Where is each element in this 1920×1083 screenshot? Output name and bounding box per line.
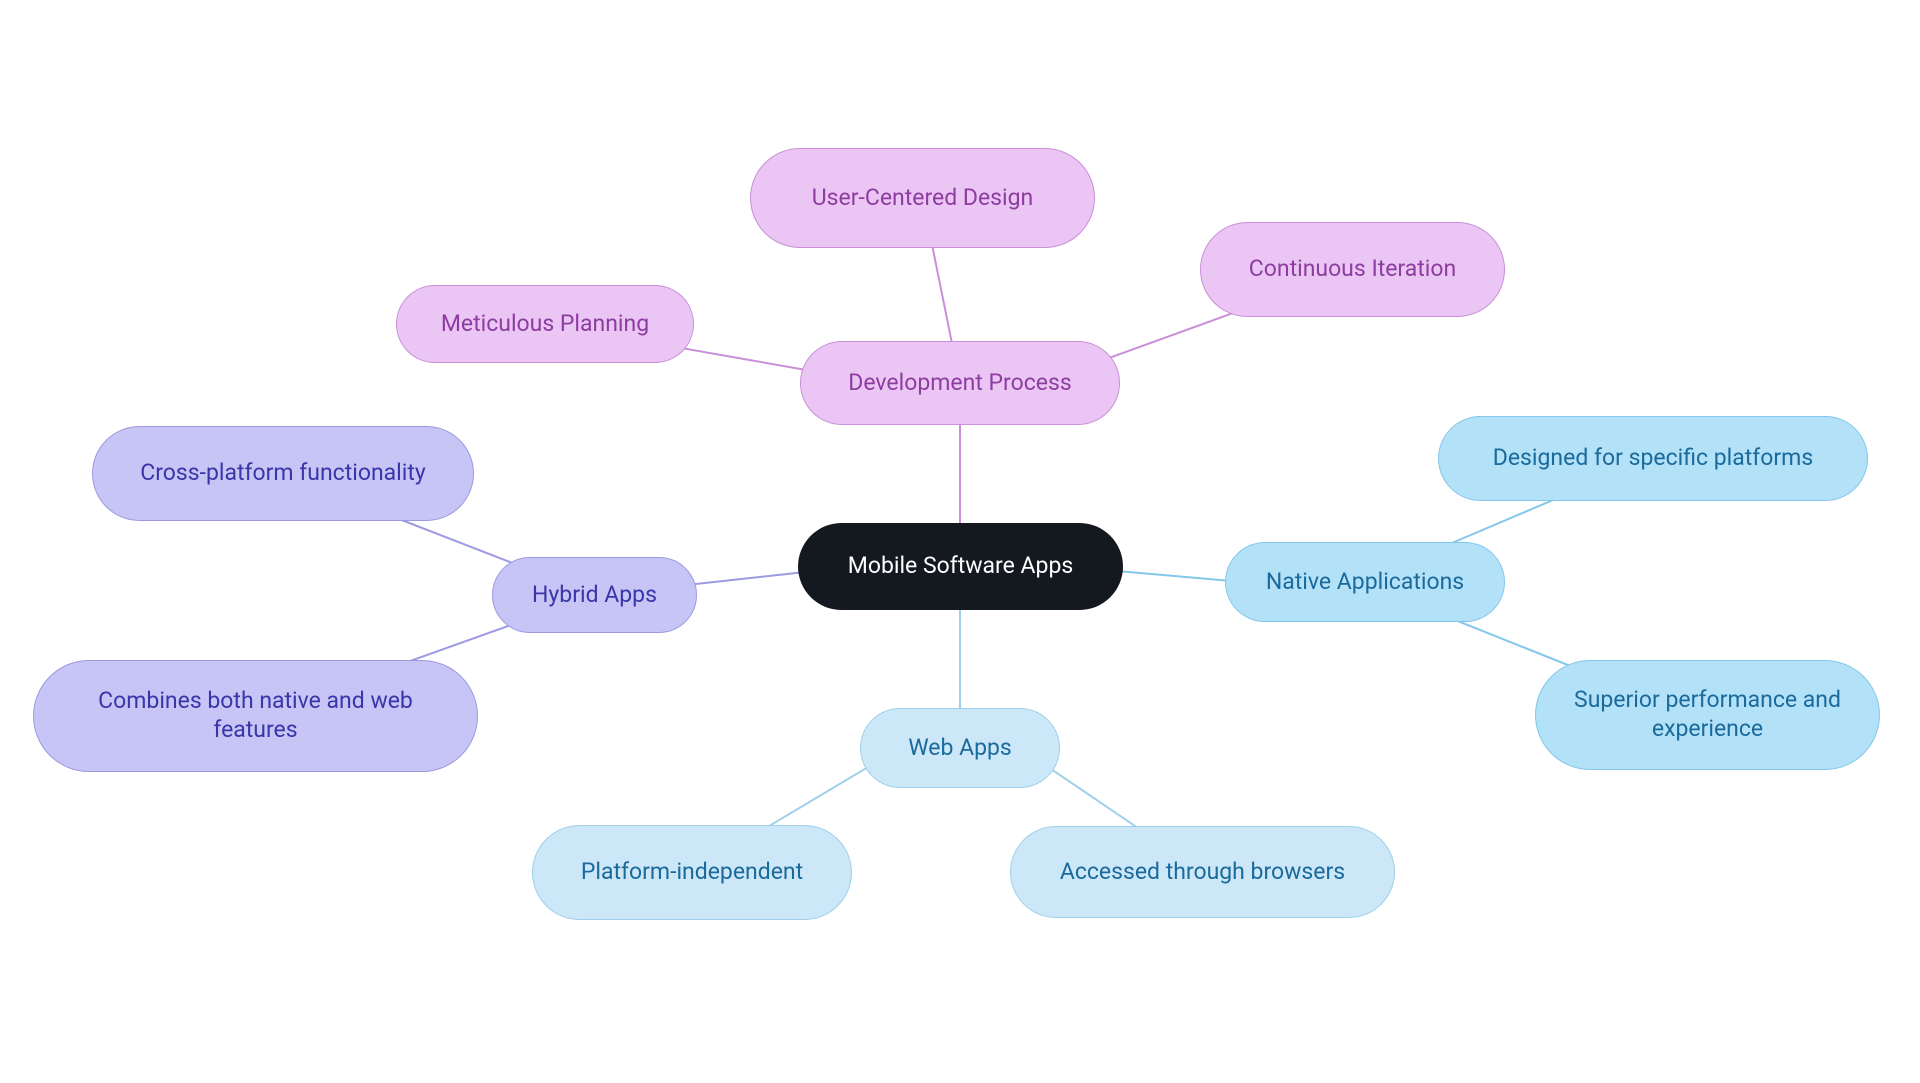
node-combines-native-web[interactable]: Combines both native and web features xyxy=(33,660,478,772)
node-platform-independent[interactable]: Platform-independent xyxy=(532,825,852,920)
node-label: Web Apps xyxy=(908,734,1012,763)
node-continuous-iteration[interactable]: Continuous Iteration xyxy=(1200,222,1505,317)
mindmap-canvas: Mobile Software Apps Development Process… xyxy=(0,0,1920,1083)
node-label: Combines both native and web features xyxy=(62,687,449,745)
node-user-centered-design[interactable]: User-Centered Design xyxy=(750,148,1095,248)
node-superior-performance[interactable]: Superior performance and experience xyxy=(1535,660,1880,770)
node-accessed-browsers[interactable]: Accessed through browsers xyxy=(1010,826,1395,918)
node-label: User-Centered Design xyxy=(812,184,1034,213)
node-label: Cross-platform functionality xyxy=(140,459,426,488)
node-label: Accessed through browsers xyxy=(1060,858,1345,887)
node-label: Hybrid Apps xyxy=(532,581,657,610)
node-label: Continuous Iteration xyxy=(1249,255,1456,284)
node-label: Meticulous Planning xyxy=(441,310,649,339)
node-native-applications[interactable]: Native Applications xyxy=(1225,542,1505,622)
node-cross-platform[interactable]: Cross-platform functionality xyxy=(92,426,474,521)
node-meticulous-planning[interactable]: Meticulous Planning xyxy=(396,285,694,363)
node-label: Designed for specific platforms xyxy=(1493,444,1813,473)
node-designed-specific-platforms[interactable]: Designed for specific platforms xyxy=(1438,416,1868,501)
node-development-process[interactable]: Development Process xyxy=(800,341,1120,425)
node-web-apps[interactable]: Web Apps xyxy=(860,708,1060,788)
node-label: Platform-independent xyxy=(581,858,803,887)
node-label: Native Applications xyxy=(1266,568,1464,597)
node-label: Superior performance and experience xyxy=(1564,686,1851,744)
node-hybrid-apps[interactable]: Hybrid Apps xyxy=(492,557,697,633)
node-label: Development Process xyxy=(848,369,1071,398)
center-node[interactable]: Mobile Software Apps xyxy=(798,523,1123,610)
center-label: Mobile Software Apps xyxy=(848,552,1073,581)
